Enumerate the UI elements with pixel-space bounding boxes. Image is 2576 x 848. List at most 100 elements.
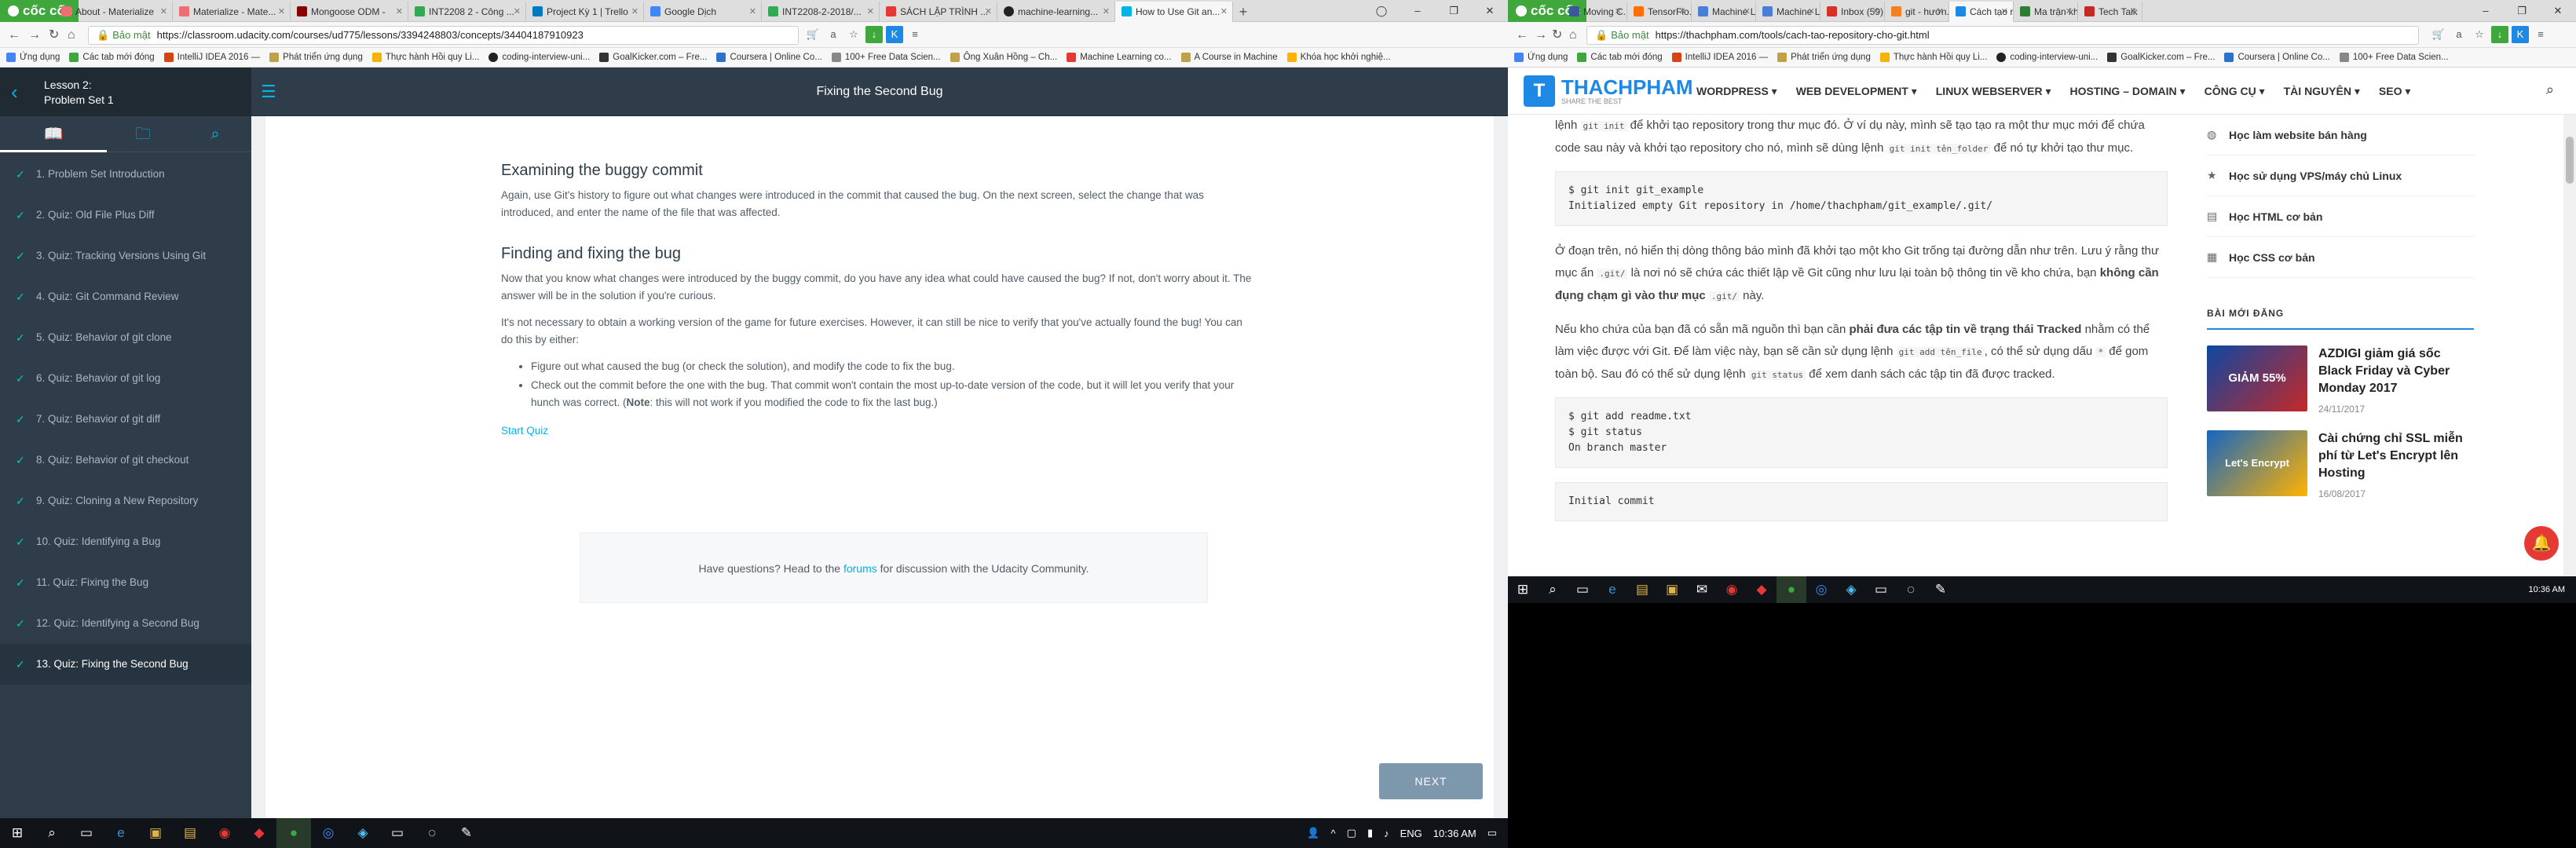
browser-tab[interactable]: Project Kỳ 1 | Trello ✕ xyxy=(526,2,644,22)
tab-close-icon[interactable]: ✕ xyxy=(2130,2,2137,22)
record-icon[interactable]: ◉ xyxy=(1717,576,1747,603)
browser-tab[interactable]: Google Dịch ✕ xyxy=(644,2,762,22)
concept-item[interactable]: ✓ 9. Quiz: Cloning a New Repository xyxy=(0,481,251,521)
browser-tab[interactable]: Ma trận kh...✕ xyxy=(2014,2,2078,22)
sidebar-link[interactable]: ▦ Học CSS cơ bản xyxy=(2207,237,2474,278)
start-quiz-link[interactable]: Start Quiz xyxy=(501,425,548,437)
browser-tab[interactable]: SÁCH LẬP TRÌNH ... ✕ xyxy=(880,2,997,22)
tab-close-icon[interactable]: ✕ xyxy=(749,2,756,22)
bookmark-item[interactable]: GoalKicker.com – Fre... xyxy=(599,53,707,62)
close-window-icon[interactable]: ✕ xyxy=(2540,0,2576,22)
site-logo[interactable]: T THACHPHAM SHARE THE BEST xyxy=(1524,75,1693,107)
home-icon[interactable]: ⌂ xyxy=(1569,22,1577,48)
tab-close-icon[interactable]: ✕ xyxy=(2066,2,2073,22)
extension-icon[interactable]: K xyxy=(2512,26,2529,43)
search-icon[interactable]: ⌕ xyxy=(2546,82,2554,98)
task-view-icon[interactable]: ▭ xyxy=(1568,576,1597,603)
store-icon[interactable]: ▣ xyxy=(138,818,173,848)
post-item[interactable]: GIẢM 55% AZDIGI giảm giá sốc Black Frida… xyxy=(2207,345,2474,415)
chrome-icon[interactable]: ◎ xyxy=(1806,576,1836,603)
menu-icon[interactable]: ≡ xyxy=(2532,26,2549,43)
new-tab-button[interactable]: + xyxy=(1233,2,1253,22)
bookmark-item[interactable]: Khóa học khởi nghiệ... xyxy=(1286,53,1391,62)
account-icon[interactable]: ◯ xyxy=(1363,0,1400,22)
app-icon[interactable]: ✎ xyxy=(449,818,484,848)
concept-item[interactable]: ✓ 3. Quiz: Tracking Versions Using Git xyxy=(0,236,251,276)
forward-icon[interactable]: → xyxy=(1535,22,1547,48)
menu-item[interactable]: WORDPRESS ▾ xyxy=(1696,85,1777,98)
bookmark-item[interactable]: Ứng dụng xyxy=(1514,53,1568,62)
back-icon[interactable]: ← xyxy=(8,22,20,48)
url-field[interactable]: 🔒 Bảo mật https://classroom.udacity.com/co… xyxy=(88,26,799,45)
edge-icon[interactable]: e xyxy=(104,818,138,848)
browser-tab-active[interactable]: How to Use Git an... ✕ xyxy=(1115,2,1233,22)
maximize-icon[interactable]: ❐ xyxy=(1436,0,1472,22)
app-icon[interactable]: ◈ xyxy=(346,818,380,848)
menu-icon[interactable]: ≡ xyxy=(906,26,924,43)
mail-icon[interactable]: ✉ xyxy=(1687,576,1717,603)
reload-icon[interactable]: ↻ xyxy=(49,22,59,48)
browser-tab[interactable]: Machine L...✕ xyxy=(1756,2,1820,22)
post-thumbnail[interactable]: GIẢM 55% xyxy=(2207,345,2307,411)
bookmark-item[interactable]: Machine Learning co... xyxy=(1067,53,1172,62)
store-icon[interactable]: ▣ xyxy=(1657,576,1687,603)
tab-close-icon[interactable]: ✕ xyxy=(985,2,992,22)
bookmark-item[interactable]: Ứng dụng xyxy=(6,53,60,62)
close-window-icon[interactable]: ✕ xyxy=(1472,0,1508,22)
menu-item[interactable]: CÔNG CỤ ▾ xyxy=(2205,85,2265,98)
search-icon[interactable]: ⌕ xyxy=(179,116,251,152)
bookmark-item[interactable]: Phát triển ứng dụng xyxy=(269,53,363,62)
sidebar-link[interactable]: ▤ Học HTML cơ bản xyxy=(2207,196,2474,237)
minimize-icon[interactable]: – xyxy=(1400,0,1436,22)
bookmark-item[interactable]: coding-interview-uni... xyxy=(1996,53,2098,62)
tab-close-icon[interactable]: ✕ xyxy=(1103,2,1110,22)
pdf-reader-icon[interactable]: ◆ xyxy=(242,818,276,848)
bookmark-item[interactable]: GoalKicker.com – Fre... xyxy=(2107,53,2215,62)
menu-item[interactable]: SEO ▾ xyxy=(2379,85,2410,98)
menu-item[interactable]: HOSTING – DOMAIN ▾ xyxy=(2070,85,2186,98)
task-view-icon[interactable]: ▭ xyxy=(69,818,104,848)
windows-start-icon[interactable]: ⊞ xyxy=(1508,576,1538,603)
back-chevron-icon[interactable]: ‹ xyxy=(11,80,18,104)
tab-close-icon[interactable]: ✕ xyxy=(1615,2,1622,22)
concept-item[interactable]: ✓ 4. Quiz: Git Command Review xyxy=(0,276,251,317)
bookmark-item[interactable]: A Course in Machine xyxy=(1180,53,1278,62)
bookmark-item[interactable]: Phát triển ứng dụng xyxy=(1777,53,1871,62)
tab-close-icon[interactable]: ✕ xyxy=(1744,2,1751,22)
bookmark-item[interactable]: IntelliJ IDEA 2016 — xyxy=(1671,53,1768,62)
chrome-icon[interactable]: ◎ xyxy=(311,818,346,848)
clock[interactable]: 10:36 AM xyxy=(1433,828,1476,839)
concept-item[interactable]: ✓ 10. Quiz: Identifying a Bug xyxy=(0,521,251,562)
star-icon[interactable]: ☆ xyxy=(845,26,862,43)
app-icon[interactable]: ◌ xyxy=(415,818,449,848)
bookmark-item[interactable]: Ông Xuân Hồng – Ch... xyxy=(950,53,1057,62)
back-icon[interactable]: ← xyxy=(1516,22,1528,48)
coccoc-icon[interactable]: ● xyxy=(1776,576,1806,603)
pdf-reader-icon[interactable]: ◆ xyxy=(1747,576,1776,603)
browser-tab[interactable]: machine-learning... ✕ xyxy=(997,2,1115,22)
next-button[interactable]: NEXT xyxy=(1379,763,1483,799)
browser-tab[interactable]: Moving C... ✕ xyxy=(1563,2,1627,22)
translate-icon[interactable]: a xyxy=(2450,26,2468,43)
forums-link[interactable]: forums xyxy=(843,562,877,575)
bookmark-item[interactable]: coding-interview-uni... xyxy=(488,53,590,62)
bookmark-item[interactable]: Coursera | Online Co... xyxy=(2224,53,2330,62)
concept-item[interactable]: ✓ 8. Quiz: Behavior of git checkout xyxy=(0,440,251,481)
tab-close-icon[interactable]: ✕ xyxy=(1937,2,1944,22)
tab-close-icon[interactable]: ✕ xyxy=(1808,2,1815,22)
tab-close-icon[interactable]: ✕ xyxy=(1872,2,1879,22)
translate-icon[interactable]: a xyxy=(825,26,842,43)
maximize-icon[interactable]: ❐ xyxy=(2504,0,2540,22)
tab-close-icon[interactable]: ✕ xyxy=(867,2,874,22)
tab-close-icon[interactable]: ✕ xyxy=(2001,2,2008,22)
bookmark-item[interactable]: IntelliJ IDEA 2016 — xyxy=(163,53,260,62)
cart-icon[interactable]: 🛒 xyxy=(804,26,821,43)
concept-item[interactable]: ✓ 7. Quiz: Behavior of git diff xyxy=(0,399,251,440)
browser-tab[interactable]: INT2208-2-2018/... ✕ xyxy=(762,2,880,22)
forward-icon[interactable]: → xyxy=(28,22,41,48)
browser-tab[interactable]: Machine L...✕ xyxy=(1692,2,1756,22)
home-icon[interactable]: ⌂ xyxy=(68,22,75,48)
bookmark-item[interactable]: Thực hành Hồi quy Li... xyxy=(371,53,479,62)
browser-tab[interactable]: Tech Talk ✕ xyxy=(2078,2,2142,22)
tray-chevron-icon[interactable]: ^ xyxy=(1331,828,1336,839)
